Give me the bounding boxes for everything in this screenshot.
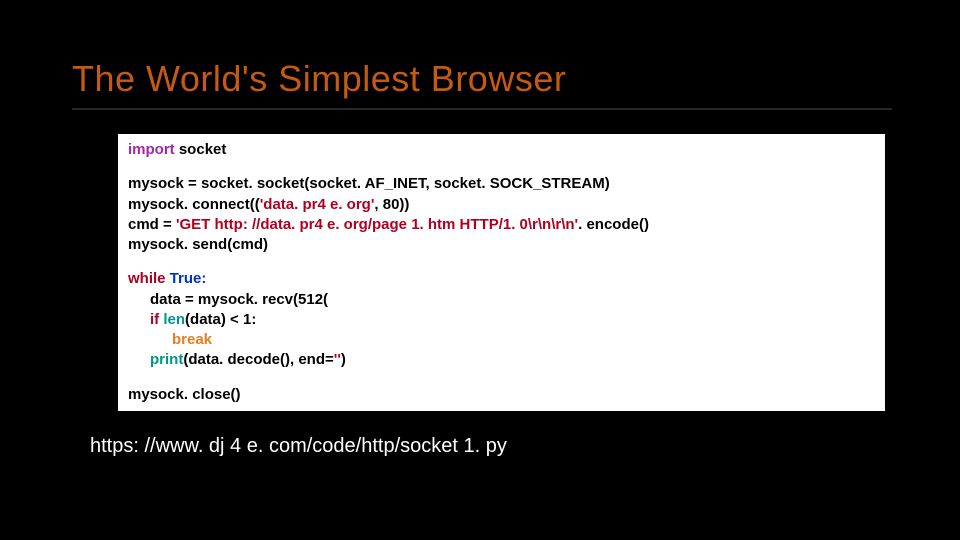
code-line: mysock. close() <box>128 385 875 405</box>
code-line: while True: <box>128 269 875 289</box>
builtin-len: len <box>163 311 185 328</box>
keyword-import: import <box>128 141 175 158</box>
builtin-print: print <box>150 351 183 368</box>
code-text: ) <box>341 351 346 368</box>
keyword-if: if <box>150 311 163 328</box>
code-line: if len(data) < 1: <box>128 310 875 330</box>
code-text: : <box>251 311 256 328</box>
string-literal: 'data. pr4 e. org' <box>260 196 375 213</box>
code-section-close: mysock. close() <box>128 385 875 405</box>
code-line: print(data. decode(), end='') <box>128 350 875 370</box>
source-link: https: //www. dj 4 e. com/code/http/sock… <box>90 435 960 458</box>
code-block: import socket mysock = socket. socket(so… <box>118 134 885 411</box>
number-literal: 512 <box>298 291 323 308</box>
code-text: , <box>374 196 382 213</box>
code-section-loop: while True: data = mysock. recv(512( if … <box>128 269 875 370</box>
code-text: mysock. connect(( <box>128 196 260 213</box>
code-line: mysock = socket. socket(socket. AF_INET,… <box>128 174 875 194</box>
code-text: data = mysock. recv( <box>150 291 298 308</box>
code-line: data = mysock. recv(512( <box>128 290 875 310</box>
code-text: . encode() <box>578 216 649 233</box>
keyword-break: break <box>172 331 212 348</box>
code-text: cmd = <box>128 216 176 233</box>
slide-title: The World's Simplest Browser <box>0 0 960 100</box>
string-literal: '' <box>334 351 341 368</box>
code-line: mysock. send(cmd) <box>128 235 875 255</box>
code-text: ( <box>323 291 328 308</box>
code-section-setup: mysock = socket. socket(socket. AF_INET,… <box>128 174 875 255</box>
code-text: (data) < <box>185 311 243 328</box>
string-literal: 'GET http: //data. pr4 e. org/page 1. ht… <box>176 216 578 233</box>
code-line: cmd = 'GET http: //data. pr4 e. org/page… <box>128 215 875 235</box>
module-name: socket <box>179 141 227 158</box>
number-literal: 80 <box>383 196 400 213</box>
code-section-import: import socket <box>128 140 875 160</box>
title-underline <box>72 108 892 110</box>
keyword-while: while <box>128 270 166 287</box>
code-line: import socket <box>128 140 875 160</box>
code-line: mysock. connect(('data. pr4 e. org', 80)… <box>128 195 875 215</box>
keyword-true: True: <box>166 270 207 287</box>
code-line: break <box>128 330 875 350</box>
code-text: (data. decode(), end= <box>183 351 333 368</box>
code-text: )) <box>399 196 409 213</box>
